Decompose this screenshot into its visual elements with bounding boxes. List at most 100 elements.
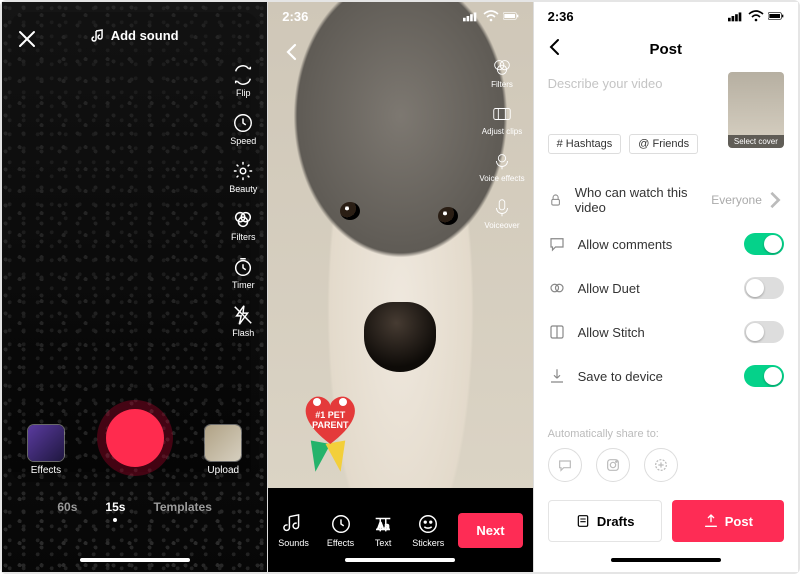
camera-side-tools: Flip Speed Beauty Filters Timer Flash [229, 64, 257, 338]
post-settings: Who can watch this video Everyone Allow … [548, 178, 784, 398]
preview-side-tools: Filters Adjust clips Voice effects Voice… [479, 56, 524, 230]
page-title: Post [649, 41, 682, 58]
pet-parent-sticker[interactable]: #1 PET PARENT [290, 376, 370, 472]
stitch-label: Allow Stitch [578, 325, 645, 340]
camera-screen: Add sound Flip Speed Beauty Filters Time… [2, 2, 267, 572]
filters-label: Filters [231, 232, 256, 242]
voice-effects-label: Voice effects [479, 174, 524, 183]
upload-thumbnail [205, 425, 241, 461]
comments-toggle[interactable] [744, 233, 784, 255]
comments-row: Allow comments [548, 222, 784, 266]
post-screen: 2:36 Post Describe your video Select cov… [533, 2, 798, 572]
beauty-button[interactable]: Beauty [229, 160, 257, 194]
post-button[interactable]: Post [672, 500, 784, 542]
timer-button[interactable]: Timer [232, 256, 255, 290]
svg-text:Aa: Aa [377, 520, 390, 532]
text-label: Text [375, 538, 392, 548]
tab-60s[interactable]: 60s [57, 500, 77, 522]
voice-effects-button[interactable]: Voice effects [479, 150, 524, 183]
duet-toggle[interactable] [744, 277, 784, 299]
share-message-button[interactable] [548, 448, 582, 482]
adjust-clips-button[interactable]: Adjust clips [482, 103, 522, 136]
home-indicator[interactable] [345, 558, 455, 562]
upload-button[interactable]: Upload [205, 425, 241, 476]
tab-15s[interactable]: 15s [105, 500, 125, 522]
friends-label: @ Friends [638, 138, 689, 150]
comment-icon [548, 235, 566, 253]
preview-effects-label: Effects [327, 538, 354, 548]
tab-templates[interactable]: Templates [153, 500, 211, 522]
post-actions: Drafts Post [548, 500, 784, 542]
privacy-row[interactable]: Who can watch this video Everyone [548, 178, 784, 222]
preview-filters-label: Filters [491, 80, 513, 89]
speed-button[interactable]: Speed [230, 112, 256, 146]
status-icons [728, 10, 784, 22]
save-toggle[interactable] [744, 365, 784, 387]
comments-label: Allow comments [578, 237, 673, 252]
share-instagram-button[interactable] [596, 448, 630, 482]
duration-tabs: 60s 15s Templates [2, 500, 267, 522]
wifi-icon [483, 10, 499, 22]
voiceover-button[interactable]: Voiceover [484, 197, 519, 230]
preview-effects-button[interactable]: Effects [327, 513, 354, 548]
filters-button[interactable]: Filters [231, 208, 256, 242]
status-time: 2:36 [282, 9, 308, 24]
cover-selector[interactable]: Select cover [728, 72, 784, 148]
stickers-button[interactable]: Stickers [412, 513, 444, 548]
back-button[interactable] [282, 42, 302, 67]
save-row: Save to device [548, 354, 784, 398]
stitch-icon [548, 323, 566, 341]
back-button[interactable] [546, 38, 564, 61]
add-sound-button[interactable]: Add sound [91, 28, 179, 43]
drafts-button[interactable]: Drafts [548, 500, 662, 542]
stickers-label: Stickers [412, 538, 444, 548]
hashtags-chip[interactable]: # Hashtags [548, 134, 622, 154]
flip-button[interactable]: Flip [232, 64, 254, 98]
next-button[interactable]: Next [458, 513, 522, 548]
post-header: Post [534, 34, 798, 64]
text-button[interactable]: Aa Text [372, 513, 394, 548]
home-indicator[interactable] [611, 558, 721, 562]
post-label: Post [725, 514, 753, 529]
stitch-row: Allow Stitch [548, 310, 784, 354]
adjust-clips-label: Adjust clips [482, 127, 522, 136]
flash-label: Flash [232, 328, 254, 338]
sounds-button[interactable]: Sounds [278, 513, 309, 548]
chevron-right-icon [766, 191, 784, 209]
status-bar: 2:36 [268, 2, 532, 30]
post-icon [703, 513, 719, 529]
add-sound-label: Add sound [111, 28, 179, 43]
download-icon [548, 367, 566, 385]
effects-icon [28, 425, 64, 461]
hashtags-label: # Hashtags [557, 138, 613, 150]
preview-screen: 2:36 Filters Adjust clips Voice effects … [267, 2, 532, 572]
cover-label: Select cover [728, 135, 784, 148]
message-icon [557, 457, 573, 473]
share-section: Automatically share to: [548, 428, 784, 482]
close-button[interactable] [18, 30, 36, 54]
effects-button[interactable]: Effects [28, 425, 64, 476]
plus-circle-icon [653, 457, 669, 473]
stitch-toggle[interactable] [744, 321, 784, 343]
instagram-icon [605, 457, 621, 473]
duet-icon [548, 279, 566, 297]
lock-icon [548, 191, 563, 209]
privacy-label: Who can watch this video [575, 185, 699, 215]
signal-icon [728, 10, 744, 22]
preview-filters-button[interactable]: Filters [491, 56, 513, 89]
speed-label: Speed [230, 136, 256, 146]
flip-label: Flip [236, 88, 251, 98]
wifi-icon [748, 10, 764, 22]
friends-chip[interactable]: @ Friends [629, 134, 698, 154]
home-indicator[interactable] [80, 558, 190, 562]
timer-label: Timer [232, 280, 255, 290]
duet-row: Allow Duet [548, 266, 784, 310]
duet-label: Allow Duet [578, 281, 640, 296]
signal-icon [463, 10, 479, 22]
dog-nose [364, 302, 436, 372]
sticker-text: #1 PET PARENT [304, 410, 356, 430]
flash-button[interactable]: Flash [232, 304, 254, 338]
share-more-button[interactable] [644, 448, 678, 482]
battery-icon [503, 10, 519, 22]
upload-label: Upload [207, 465, 239, 476]
